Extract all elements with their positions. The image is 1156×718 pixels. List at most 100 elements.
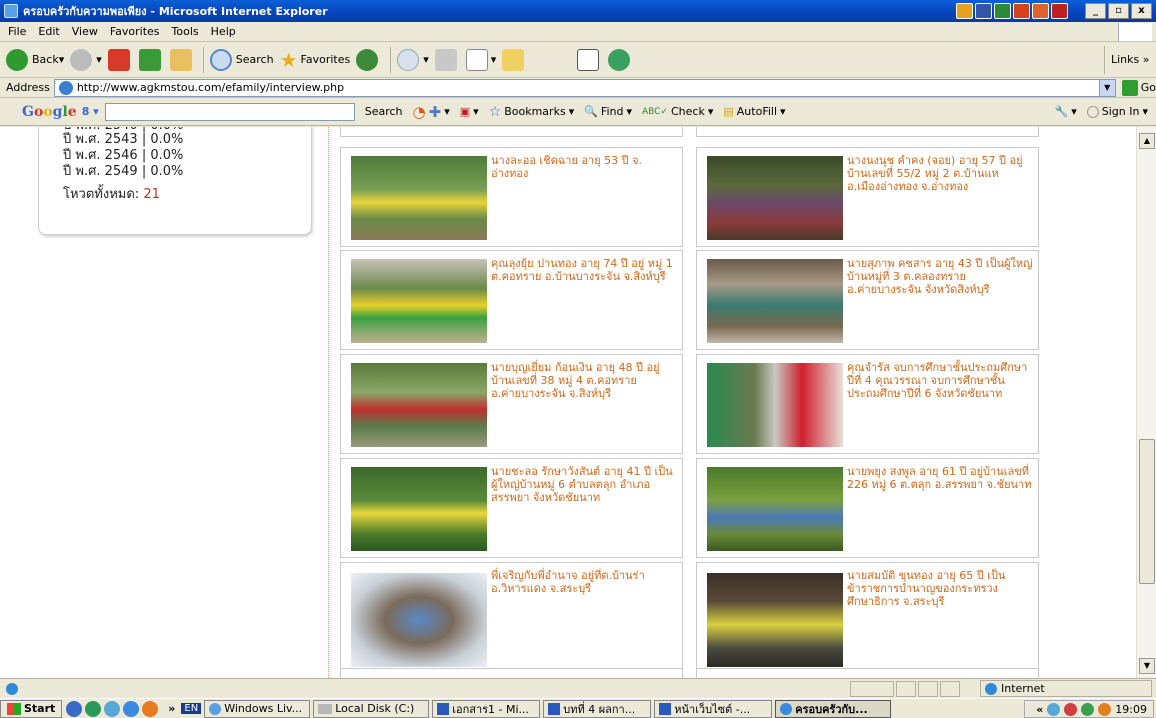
bookmarks-button[interactable]: ☆ Bookmarks ▾ [489,104,575,120]
interview-card[interactable]: นายชะลอ รักษาวังสันต์ อายุ 41 ปี เป็นผู้… [340,458,683,558]
autofill-button[interactable]: ▤ AutoFill ▾ [723,105,785,118]
interview-card[interactable]: นายสมบัติ ขุนทอง อายุ 65 ปี เป็นข้าราชกา… [696,562,1039,672]
task-document1[interactable]: เอกสาร1 - Mi... [432,699,541,718]
interview-card[interactable]: นายสุภาพ คชสาร อายุ 43 ปี เป็นผู้ใหญ่บ้า… [696,250,1039,350]
spell-check-button[interactable]: ABC✓ Check ▾ [642,105,713,118]
search-button[interactable]: Search [209,48,274,71]
print-button[interactable] [434,48,460,71]
tray-app-icon[interactable] [1064,702,1078,716]
interview-caption[interactable]: นายสุภาพ คชสาร อายุ 43 ปี เป็นผู้ใหญ่บ้า… [847,257,1033,296]
task-windows-live[interactable]: Windows Liv... [204,699,311,718]
google-search-input[interactable] [104,102,355,121]
powerpoint-icon[interactable] [1013,3,1030,19]
interview-caption[interactable]: พี่เจริญกับพี่อำนาจ อยู่ที่ต.บ้านร่า อ.ว… [491,569,677,595]
scroll-down-button[interactable]: ▼ [1139,658,1155,674]
address-input[interactable]: http://www.agkmstou.com/efamily/intervie… [53,78,1116,97]
refresh-icon [138,48,161,71]
interview-card[interactable]: นางนงนุช คำคง (จอย) อายุ 57 ปี อยู่บ้านเ… [696,147,1039,247]
menu-view[interactable]: View [72,25,98,38]
go-button[interactable]: Go [1121,79,1156,96]
google-search-button[interactable]: Search [365,105,403,118]
app-icon-5[interactable] [1032,3,1049,19]
sign-in-button[interactable]: Sign In ▾ [1086,105,1148,118]
interview-photo[interactable] [707,573,843,667]
messenger-icon[interactable] [104,700,121,717]
interview-caption[interactable]: คุณลุงยุ้ย ปานทอง อายุ 74 ปี อยู่ หมู่ 1… [491,257,677,283]
interview-caption[interactable]: นางนงนุช คำคง (จอย) อายุ 57 ปี อยู่บ้านเ… [847,154,1033,193]
interview-photo[interactable] [707,363,843,447]
google-pagerank-button[interactable]: ◔ ✚ ▾ [413,103,450,121]
popup-blocker-button[interactable]: ▣ ▾ [460,105,479,118]
language-indicator[interactable]: EN [181,703,202,714]
quicklaunch-app-icon[interactable] [85,700,102,717]
clock[interactable]: 19:09 [1115,703,1147,716]
scroll-thumb[interactable] [1139,439,1155,584]
favorites-button[interactable]: ★ Favorites [280,48,351,72]
tray-expand-icon[interactable]: « [1036,703,1043,716]
address-dropdown-button[interactable]: ▼ [1098,79,1115,96]
history-button[interactable] [356,48,382,71]
show-desktop-icon[interactable] [66,700,83,717]
interview-caption[interactable]: นางละออ เชิดฉาย อายุ 53 ปี จ. อ่างทอง [491,154,677,180]
media-player-icon[interactable] [142,700,159,717]
interview-photo[interactable] [351,573,487,667]
interview-card[interactable]: นายบุญเยี่ยม ก้อนเงิน อายุ 48 ปี อยู่บ้า… [340,354,683,454]
interview-caption[interactable]: นายบุญเยี่ยม ก้อนเงิน อายุ 48 ปี อยู่บ้า… [491,361,677,400]
interview-caption[interactable]: คุณจำรัส จบการศึกษาชั้นประถมศึกษาปีที่ 4… [847,361,1033,400]
interview-card[interactable]: พี่เจริญกับพี่อำนาจ อยู่ที่ต.บ้านร่า อ.ว… [340,562,683,672]
interview-photo[interactable] [351,259,487,343]
links-button[interactable]: Links » [1104,46,1156,74]
home-button[interactable] [169,48,195,71]
interview-photo[interactable] [351,156,487,240]
interview-photo[interactable] [707,259,843,343]
acrobat-icon[interactable] [1051,3,1068,19]
interview-card[interactable]: นายพยุง สงพูล อายุ 61 ปี อยู่บ้านเลขที่ … [696,458,1039,558]
taskbar-expand-icon[interactable]: » [168,702,175,715]
scroll-up-button[interactable]: ▲ [1139,133,1155,149]
menu-tools[interactable]: Tools [172,25,199,38]
maximize-button[interactable]: ▫ [1108,3,1129,19]
task-chapter4[interactable]: บทที่ 4 ผลกา... [543,699,652,718]
excel-icon[interactable] [994,3,1011,19]
research-button[interactable] [577,48,602,71]
edit-button[interactable]: ▾ [465,48,496,71]
minimize-button[interactable]: _ [1085,3,1106,19]
interview-card[interactable]: คุณจำรัส จบการศึกษาชั้นประถมศึกษาปีที่ 4… [696,354,1039,454]
interview-caption[interactable]: นายสมบัติ ขุนทอง อายุ 65 ปี เป็นข้าราชกา… [847,569,1033,608]
interview-photo[interactable] [351,467,487,551]
back-button[interactable]: Back ▾ [6,48,64,71]
task-website[interactable]: หน้าเว็บไซต์ -... [654,699,773,718]
vertical-scrollbar[interactable]: ▲ ▼ [1136,127,1156,678]
menu-edit[interactable]: Edit [38,25,59,38]
close-button[interactable]: x [1131,3,1152,19]
refresh-button[interactable] [138,48,164,71]
interview-photo[interactable] [707,467,843,551]
title-bar[interactable]: ครอบครัวกับความพอเพียง - Microsoft Inter… [0,0,1156,22]
google-menu-icon[interactable]: 8 ▾ [82,105,99,118]
interview-caption[interactable]: นายชะลอ รักษาวังสันต์ อายุ 41 ปี เป็นผู้… [491,465,677,504]
folder-button[interactable] [502,48,527,71]
tray-firefox-icon[interactable] [1098,702,1112,716]
settings-button[interactable]: 🔧 ▾ [1055,105,1077,118]
mail-button[interactable]: ▾ [397,48,429,71]
interview-photo[interactable] [707,156,843,240]
menu-file[interactable]: File [8,25,26,38]
start-button[interactable]: Start [0,699,63,718]
word-icon[interactable] [975,3,992,19]
tray-network-icon[interactable] [1081,702,1095,716]
task-local-disk[interactable]: Local Disk (C:) [313,699,430,718]
menu-help[interactable]: Help [211,25,236,38]
interview-card[interactable]: คุณลุงยุ้ย ปานทอง อายุ 74 ปี อยู่ หมู่ 1… [340,250,683,350]
task-ie-active[interactable]: ครอบครัวกับ... [775,699,892,718]
menu-favorites[interactable]: Favorites [110,25,160,38]
forward-button[interactable]: ▾ [70,48,102,71]
app-icon-1[interactable] [956,3,973,19]
find-button[interactable]: 🔍 Find ▾ [584,105,632,118]
ie-icon[interactable] [123,700,140,717]
tray-messenger-icon[interactable] [1047,702,1061,716]
interview-caption[interactable]: นายพยุง สงพูล อายุ 61 ปี อยู่บ้านเลขที่ … [847,465,1033,491]
stop-button[interactable] [107,48,133,71]
interview-photo[interactable] [351,363,487,447]
interview-card[interactable]: นางละออ เชิดฉาย อายุ 53 ปี จ. อ่างทอง [340,147,683,247]
messenger-button[interactable] [608,48,634,71]
